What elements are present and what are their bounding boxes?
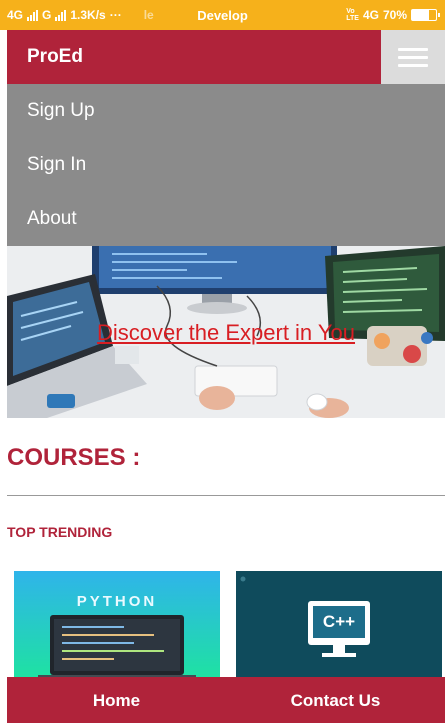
volte-icon: Vo LTE xyxy=(346,8,359,22)
status-right: Vo LTE 4G 70% xyxy=(346,0,440,30)
hamburger-menu-button[interactable] xyxy=(381,30,445,84)
brand-logo[interactable]: ProEd xyxy=(27,30,83,84)
course-card-cpp[interactable]: C++ xyxy=(236,571,442,681)
hamburger-line xyxy=(398,47,428,51)
top-trending-heading: TOP TRENDING xyxy=(7,524,113,540)
right-network-type: 4G xyxy=(362,8,379,22)
nav-home-button[interactable]: Home xyxy=(7,677,226,723)
hamburger-line xyxy=(398,63,428,67)
menu-item-sign-up[interactable]: Sign Up xyxy=(7,84,445,138)
courses-heading: COURSES : xyxy=(7,444,141,471)
battery-icon xyxy=(411,9,440,21)
status-bar: 4G G 1.3K/s ··· le Develop Vo LTE 4G 70% xyxy=(0,0,445,30)
battery-percent: 70% xyxy=(382,8,407,22)
divider xyxy=(7,495,445,496)
python-card-label: PYTHON xyxy=(76,593,158,610)
hero-link[interactable]: Discover the Expert in You xyxy=(7,320,445,346)
hero-banner: Discover the Expert in You xyxy=(7,246,445,418)
dropdown-menu: Sign Up Sign In About xyxy=(7,84,445,246)
menu-item-about[interactable]: About xyxy=(7,192,445,246)
course-card-python[interactable]: PYTHON xyxy=(14,571,220,681)
python-card-image xyxy=(14,571,220,681)
bottom-nav: Home Contact Us xyxy=(7,677,445,723)
hamburger-line xyxy=(398,55,428,59)
status-title: Develop xyxy=(197,7,248,23)
menu-item-sign-in[interactable]: Sign In xyxy=(7,138,445,192)
cpp-card-label: C++ xyxy=(322,612,356,631)
nav-contact-button[interactable]: Contact Us xyxy=(226,677,445,723)
navbar: ProEd xyxy=(7,30,445,84)
